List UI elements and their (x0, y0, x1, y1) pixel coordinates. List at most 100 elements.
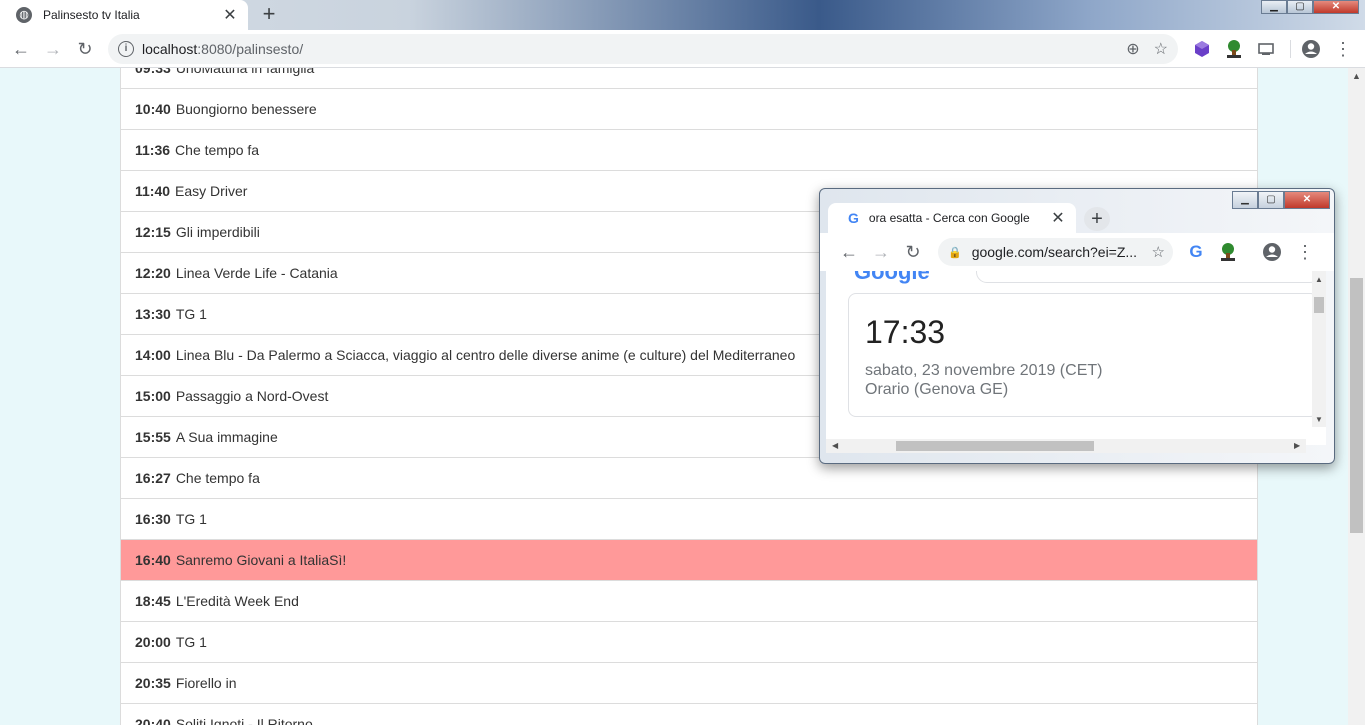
popup-scroll-up-icon[interactable]: ▲ (1315, 275, 1323, 284)
program-title: Buongiorno benessere (175, 101, 317, 117)
popup-horizontal-scrollbar[interactable]: ◀ ▶ (826, 439, 1306, 453)
profile-avatar-icon[interactable] (1300, 38, 1322, 60)
popup-toolbar: ← → ↻ 🔒 google.com/search?ei=Z... ☆ G ⋮ (820, 233, 1334, 271)
program-title: L'Eredità Week End (175, 593, 299, 609)
forward-icon[interactable]: → (41, 37, 65, 61)
schedule-row: 16:27 Che tempo fa (121, 458, 1257, 499)
program-title: Fiorello in (175, 675, 237, 691)
schedule-row: 09:33 UnoMattina in famiglia (121, 68, 1257, 89)
current-date: sabato, 23 novembre 2019 (CET) (865, 362, 1103, 379)
program-title: TG 1 (175, 634, 207, 650)
popup-minimize-button[interactable]: ▁ (1232, 191, 1258, 209)
schedule-row: 20:00 TG 1 (121, 622, 1257, 663)
popup-browser-window: ▁ ▢ ✕ G ora esatta - Cerca con Google ✕ … (819, 188, 1335, 464)
popup-menu-kebab-icon[interactable]: ⋮ (1293, 240, 1317, 264)
program-time: 09:33 (135, 68, 171, 76)
popup-page-body: Google 17:33 sabato, 23 novembre 2019 (C… (826, 271, 1326, 445)
new-tab-button[interactable]: + (256, 3, 282, 27)
program-title: UnoMattina in famiglia (175, 68, 315, 76)
popup-hscroll-thumb[interactable] (896, 441, 1094, 451)
program-title: Gli imperdibili (175, 224, 260, 240)
program-time: 18:45 (135, 593, 171, 609)
back-icon[interactable]: ← (9, 37, 33, 61)
program-title: Soliti Ignoti - Il Ritorno (175, 716, 313, 725)
program-title: TG 1 (175, 511, 207, 527)
close-window-button[interactable]: ✕ (1313, 0, 1359, 14)
lock-icon: 🔒 (948, 246, 962, 259)
program-title: Passaggio a Nord-Ovest (175, 388, 329, 404)
popup-new-tab-button[interactable]: + (1084, 207, 1110, 231)
popup-reload-icon[interactable]: ↻ (901, 240, 925, 264)
globe-icon: ◍ (16, 7, 32, 23)
close-tab-icon[interactable]: ✕ (220, 5, 240, 25)
schedule-row-current: 16:40 Sanremo Giovani a ItaliaSì! (121, 540, 1257, 581)
schedule-row: 18:45 L'Eredità Week End (121, 581, 1257, 622)
google-g-icon: G (848, 210, 859, 226)
program-time: 16:40 (135, 552, 171, 568)
popup-scroll-left-icon[interactable]: ◀ (832, 441, 838, 450)
current-location: Orario (Genova GE) (865, 381, 1009, 398)
program-time: 12:15 (135, 224, 171, 240)
schedule-row: 16:30 TG 1 (121, 499, 1257, 540)
popup-url-text[interactable]: google.com/search?ei=Z... (972, 244, 1152, 260)
time-answer-card: 17:33 sabato, 23 novembre 2019 (CET) Ora… (848, 293, 1318, 417)
popup-maximize-button[interactable]: ▢ (1258, 191, 1284, 209)
popup-extension-tree-icon[interactable] (1217, 241, 1239, 263)
popup-bookmark-star-icon[interactable]: ☆ (1152, 243, 1165, 261)
current-time: 17:33 (865, 314, 946, 350)
info-icon[interactable]: i (118, 41, 134, 57)
extension-tree-icon[interactable] (1223, 38, 1245, 60)
program-title: A Sua immagine (175, 429, 278, 445)
page-scrollbar[interactable]: ▲ (1348, 68, 1365, 725)
popup-address-bar[interactable]: 🔒 google.com/search?ei=Z... ☆ (938, 238, 1173, 266)
extension-cube-icon[interactable] (1191, 38, 1213, 60)
popup-tab-google[interactable]: G ora esatta - Cerca con Google ✕ (828, 203, 1076, 233)
program-time: 15:55 (135, 429, 171, 445)
maximize-button[interactable]: ▢ (1287, 0, 1313, 14)
tab-palinsesto[interactable]: ◍ Palinsesto tv Italia ✕ (0, 0, 248, 30)
program-time: 16:30 (135, 511, 171, 527)
google-search-box[interactable] (976, 271, 1321, 283)
url-text[interactable]: localhost:8080/palinsesto/ (142, 41, 1126, 57)
schedule-row: 11:36 Che tempo fa (121, 130, 1257, 171)
popup-scroll-right-icon[interactable]: ▶ (1294, 441, 1300, 450)
popup-back-icon[interactable]: ← (837, 240, 861, 264)
toolbar-separator (1290, 40, 1291, 58)
google-extension-icon[interactable]: G (1184, 240, 1208, 264)
bookmark-star-icon[interactable]: ☆ (1154, 39, 1168, 59)
popup-vscroll-thumb[interactable] (1314, 297, 1324, 313)
program-title: Sanremo Giovani a ItaliaSì! (175, 552, 347, 568)
program-time: 11:40 (135, 183, 171, 199)
address-bar[interactable]: i localhost:8080/palinsesto/ ⊕ ☆ (108, 34, 1178, 64)
popup-vertical-scrollbar[interactable]: ▲ ▼ (1312, 271, 1326, 427)
schedule-row: 20:40 Soliti Ignoti - Il Ritorno (121, 704, 1257, 725)
program-title: TG 1 (175, 306, 207, 322)
program-time: 20:35 (135, 675, 171, 691)
popup-close-window-button[interactable]: ✕ (1284, 191, 1330, 209)
popup-forward-icon[interactable]: → (869, 240, 893, 264)
extension-cast-icon[interactable] (1255, 38, 1277, 60)
browser-toolbar: ← → ↻ i localhost:8080/palinsesto/ ⊕ ☆ ⋮ (0, 30, 1365, 68)
schedule-row: 10:40 Buongiorno benessere (121, 89, 1257, 130)
program-time: 20:40 (135, 716, 171, 725)
minimize-button[interactable]: ▁ (1261, 0, 1287, 14)
popup-tab-title: ora esatta - Cerca con Google (868, 211, 1030, 225)
popup-window-controls: ▁ ▢ ✕ (1232, 191, 1330, 209)
window-controls: ▁ ▢ ✕ (1261, 0, 1359, 14)
program-time: 15:00 (135, 388, 171, 404)
scrollbar-thumb[interactable] (1350, 278, 1363, 533)
scroll-up-arrow-icon[interactable]: ▲ (1348, 68, 1365, 85)
program-title: Easy Driver (175, 183, 248, 199)
google-logo[interactable]: Google (854, 271, 930, 285)
program-title: Linea Blu - Da Palermo a Sciacca, viaggi… (175, 347, 796, 363)
popup-profile-avatar-icon[interactable] (1261, 241, 1283, 263)
reload-icon[interactable]: ↻ (73, 37, 97, 61)
tab-title: Palinsesto tv Italia (43, 8, 140, 22)
menu-kebab-icon[interactable]: ⋮ (1331, 37, 1355, 61)
program-time: 11:36 (135, 142, 171, 158)
program-time: 13:30 (135, 306, 171, 322)
add-icon[interactable]: ⊕ (1126, 39, 1139, 59)
popup-close-tab-icon[interactable]: ✕ (1048, 208, 1068, 228)
popup-scroll-down-icon[interactable]: ▼ (1315, 415, 1323, 424)
program-time: 20:00 (135, 634, 171, 650)
